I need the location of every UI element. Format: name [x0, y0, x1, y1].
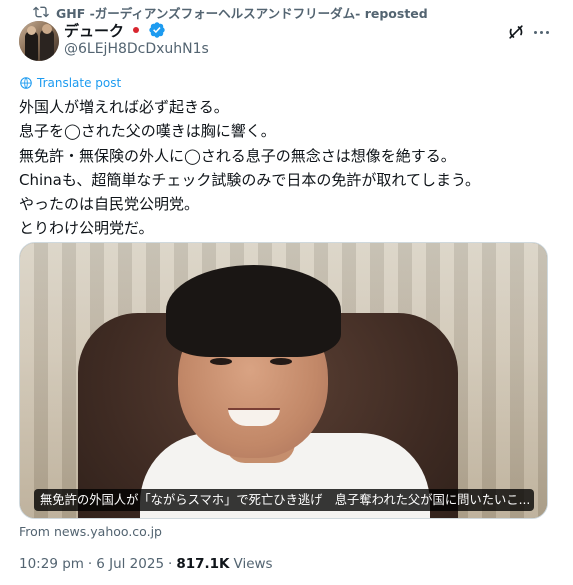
grok-icon[interactable]	[506, 22, 526, 42]
media-eye	[270, 358, 292, 365]
tweet-date[interactable]: 6 Jul 2025	[96, 556, 164, 572]
tweet-line: 息子を◯された父の嘆きは胸に響く。	[19, 122, 276, 141]
meta-separator: ·	[87, 556, 93, 572]
tweet-meta: 10:29 pm · 6 Jul 2025 · 817.1K Views	[19, 556, 273, 572]
media-hair	[166, 265, 341, 357]
more-icon[interactable]	[531, 22, 551, 42]
tweet-time[interactable]: 10:29 pm	[19, 556, 84, 572]
japan-flag-icon	[129, 25, 144, 35]
tweet-text: 外国人が増えれば必ず起きる。 息子を◯された父の嘆きは胸に響く。 無免許・無保険…	[19, 95, 554, 241]
tweet-line: 外国人が増えれば必ず起きる。	[19, 98, 229, 116]
link-preview-card[interactable]: 無免許の外国人が「ながらスマホ」で死亡ひき逃げ 息子奪われた父が国に問いたいこ.…	[19, 242, 548, 519]
media-eye	[210, 358, 232, 365]
repost-indicator[interactable]: GHF -ガーディアンズフォーヘルスアンドフリーダム- reposted	[33, 3, 428, 21]
author-display-name[interactable]: デューク	[64, 20, 124, 41]
translate-post-link[interactable]: Translate post	[19, 76, 121, 90]
avatar[interactable]	[19, 21, 59, 61]
translate-post-label[interactable]: Translate post	[37, 76, 121, 90]
author-name-row[interactable]: デューク	[64, 20, 166, 40]
link-source[interactable]: From news.yahoo.co.jp	[19, 524, 162, 539]
translate-icon	[20, 77, 32, 89]
meta-separator: ·	[168, 556, 173, 572]
tweet-line: 無免許・無保険の外人に◯される息子の無念さは想像を絶する。	[19, 146, 456, 165]
tweet-line: とりわけ公明党だ。	[19, 219, 154, 238]
link-card-title[interactable]: 無免許の外国人が「ながらスマホ」で死亡ひき逃げ 息子奪われた父が国に問いたいこ.…	[34, 489, 534, 511]
repost-icon	[33, 6, 49, 18]
tweet-line: Chinaも、超簡単なチェック試験のみで日本の免許が取れてしまう。	[19, 170, 481, 189]
views-count: 817.1K	[176, 556, 230, 572]
tweet-line: やったのは自民党公明党。	[19, 195, 200, 214]
author-handle[interactable]: @6LEjH8DcDxuhN1s	[64, 41, 209, 57]
verified-badge-icon	[149, 22, 165, 38]
views-label: Views	[233, 556, 273, 572]
